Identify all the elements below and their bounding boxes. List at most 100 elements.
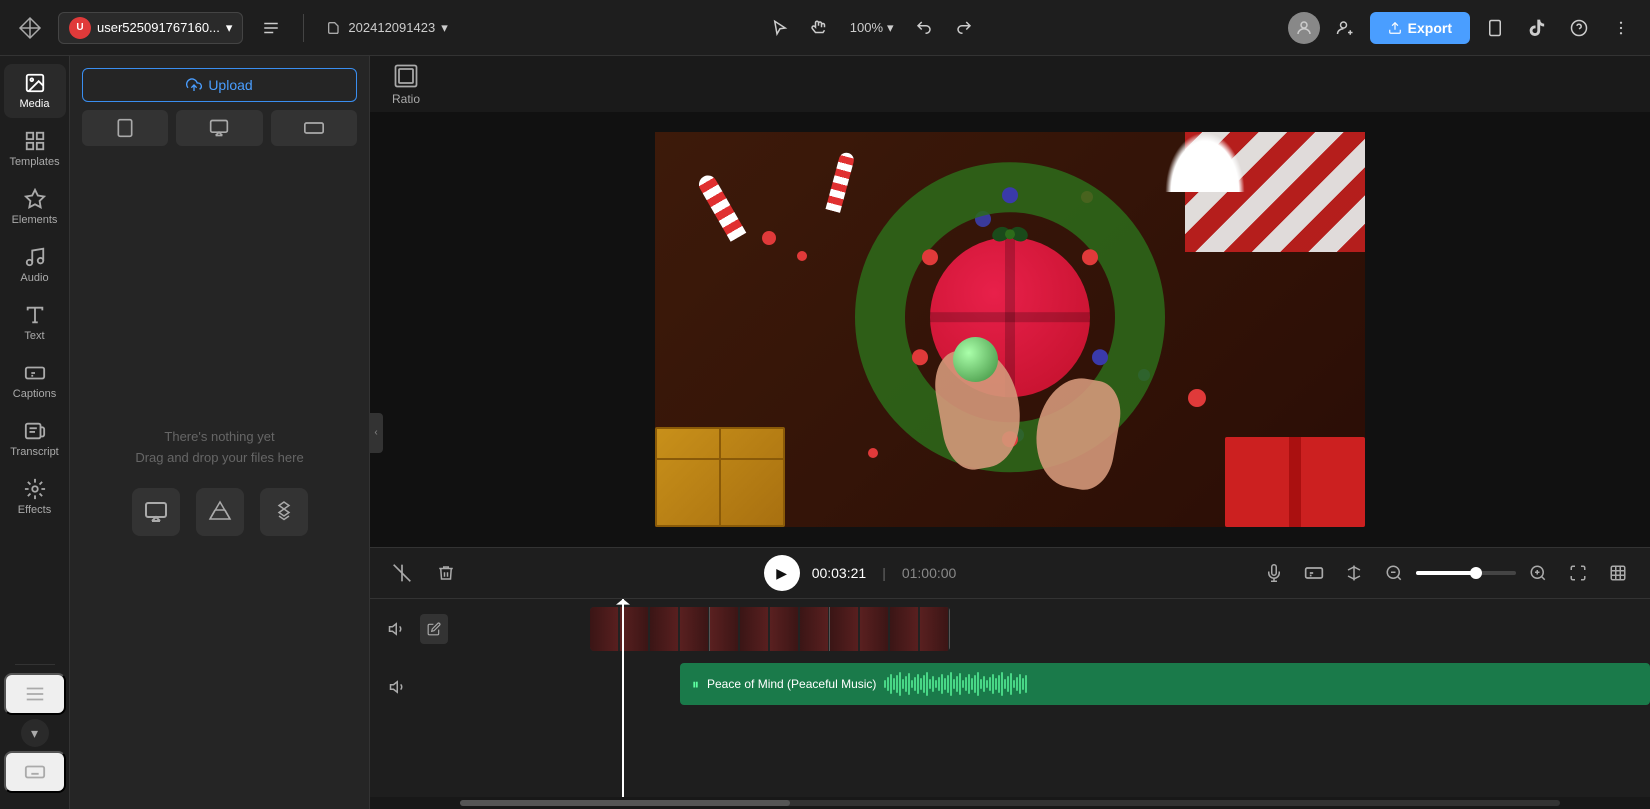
sidebar-media-label: Media	[20, 98, 50, 110]
waveform-bar	[953, 679, 955, 689]
computer-upload-button[interactable]	[132, 488, 180, 536]
waveform-bar	[944, 678, 946, 690]
video-clip-1[interactable]	[590, 607, 950, 651]
trim-tool-button[interactable]	[386, 557, 418, 589]
waveform-bar	[941, 674, 943, 694]
format-monitor-button[interactable]	[176, 110, 262, 146]
sidebar-item-text[interactable]: Text	[4, 296, 66, 350]
gift-box-right	[1225, 437, 1365, 527]
phone-preview-button[interactable]	[1478, 11, 1512, 45]
waveform-bar	[980, 679, 982, 689]
sidebar-collapse-button[interactable]: ▾	[21, 719, 49, 747]
sidebar-effects-label: Effects	[18, 504, 51, 516]
undo-button[interactable]	[906, 10, 942, 46]
christmas-scene	[655, 132, 1365, 527]
playback-tools	[1258, 557, 1634, 589]
redo-button[interactable]	[946, 10, 982, 46]
fit-to-screen-button[interactable]	[1602, 557, 1634, 589]
hand-tool-button[interactable]	[802, 10, 838, 46]
ratio-label: Ratio	[392, 92, 420, 106]
zoom-slider-thumb[interactable]	[1470, 567, 1482, 579]
clip-thumb-3	[830, 607, 950, 651]
zoom-button[interactable]: 100% ▾	[842, 16, 902, 40]
tiktok-preview-button[interactable]	[1520, 11, 1554, 45]
panel-upload-icons	[132, 488, 308, 536]
format-tablet-button[interactable]	[82, 110, 168, 146]
queue-icon[interactable]	[253, 10, 289, 46]
fullscreen-button[interactable]	[1562, 557, 1594, 589]
playhead[interactable]	[622, 599, 624, 797]
play-button[interactable]: ▶	[764, 555, 800, 591]
sidebar-item-transcript[interactable]: Transcript	[4, 412, 66, 466]
scrollbar-track[interactable]	[460, 800, 1560, 806]
user-name-label: user525091767160...	[97, 20, 220, 35]
empty-line1: There's nothing yet	[164, 429, 274, 444]
waveform-bar	[971, 678, 973, 690]
video-track-clips	[460, 603, 1650, 655]
more-options-button[interactable]	[1604, 11, 1638, 45]
play-icon: ▶	[776, 565, 787, 582]
dropbox-upload-button[interactable]	[260, 488, 308, 536]
waveform-bar	[986, 680, 988, 688]
sidebar-item-captions[interactable]: Captions	[4, 354, 66, 408]
microphone-button[interactable]	[1258, 557, 1290, 589]
format-widescreen-button[interactable]	[271, 110, 357, 146]
audio-clip-icon: ⏸	[692, 676, 699, 693]
pointer-tool-button[interactable]	[762, 10, 798, 46]
audio-track-volume[interactable]	[382, 671, 414, 703]
sidebar-templates-label: Templates	[9, 156, 59, 168]
waveform-bar	[890, 674, 892, 694]
waveform-bar	[1007, 676, 1009, 692]
waveform-bar	[893, 678, 895, 690]
export-button[interactable]: Export	[1370, 12, 1470, 44]
waveform-bar	[926, 672, 928, 696]
sidebar-item-audio[interactable]: Audio	[4, 238, 66, 292]
panel-empty-state: There's nothing yet Drag and drop your f…	[70, 154, 369, 809]
project-id-label: 202412091423	[348, 20, 435, 35]
waveform-bar	[950, 672, 952, 696]
total-time: 01:00:00	[902, 565, 957, 581]
panel-collapse-handle[interactable]: ‹	[369, 413, 383, 453]
ratio-button[interactable]: Ratio	[382, 56, 430, 112]
sidebar-transcript-label: Transcript	[10, 446, 59, 458]
waveform-bar	[935, 680, 937, 688]
user-menu-button[interactable]: U user525091767160... ▾	[58, 12, 243, 44]
user-add-button[interactable]	[1328, 11, 1362, 45]
audio-clip-1[interactable]: ⏸ Peace of Mind (Peaceful Music) // Gene…	[680, 663, 1650, 705]
chevron-down-icon: ▾	[226, 20, 233, 36]
zoom-in-button[interactable]	[1522, 557, 1554, 589]
sidebar-keyboard-button[interactable]	[4, 751, 66, 793]
video-track-edit[interactable]	[420, 614, 448, 644]
waveform-bar	[905, 676, 907, 692]
split-button[interactable]	[1338, 557, 1370, 589]
clip-thumb-2	[710, 607, 830, 651]
topbar-tools: 100% ▾	[762, 10, 982, 46]
sidebar-item-effects[interactable]: Effects	[4, 470, 66, 524]
zoom-level-label: 100%	[850, 20, 883, 35]
audio-clip-label: Peace of Mind (Peaceful Music)	[707, 677, 876, 691]
video-frame	[655, 132, 1365, 527]
delete-clip-button[interactable]	[430, 557, 462, 589]
sidebar-item-elements[interactable]: Elements	[4, 180, 66, 234]
zoom-out-button[interactable]	[1378, 557, 1410, 589]
current-time: 00:03:21	[812, 565, 867, 581]
project-name-button[interactable]: 202412091423 ▾	[318, 16, 455, 40]
scrollbar-thumb[interactable]	[460, 800, 790, 806]
sidebar-more-button[interactable]	[4, 673, 66, 715]
sidebar-item-media[interactable]: Media	[4, 64, 66, 118]
video-track-volume[interactable]	[382, 613, 412, 645]
decor-berry-2	[797, 251, 807, 261]
drive-upload-button[interactable]	[196, 488, 244, 536]
sidebar-item-templates[interactable]: Templates	[4, 122, 66, 176]
zoom-slider-track[interactable]	[1416, 571, 1516, 575]
sidebar-bottom: ▾	[4, 660, 66, 801]
waveform-bar	[884, 680, 886, 688]
waveform-bar	[956, 676, 958, 692]
upload-button[interactable]: Upload	[82, 68, 357, 102]
help-button[interactable]	[1562, 11, 1596, 45]
audio-track: ⏸ Peace of Mind (Peaceful Music) // Gene…	[370, 659, 1650, 715]
captions-button[interactable]	[1298, 557, 1330, 589]
user-avatar: U	[69, 17, 91, 39]
gift-box-left	[655, 427, 785, 527]
left-sidebar: Media Templates Elements Audio Text Capt…	[0, 56, 70, 809]
